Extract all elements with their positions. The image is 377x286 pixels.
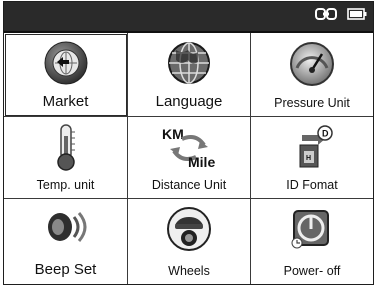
menu-label: Wheels — [168, 264, 210, 278]
menu-label: Language — [155, 93, 223, 110]
id-format-icon: H D — [286, 123, 338, 171]
menu-item-beep-set[interactable]: Beep Set — [4, 199, 128, 284]
menu-item-power-off[interactable]: Power- off — [251, 199, 373, 284]
globe-arrow-icon — [40, 39, 92, 87]
thermometer-icon — [40, 123, 92, 171]
km-mile-convert-icon: KM Mile — [154, 123, 224, 171]
menu-label: Temp. unit — [36, 178, 95, 192]
id-h-text: H — [306, 155, 311, 162]
menu-item-id-format[interactable]: H D ID Fomat — [251, 117, 373, 199]
menu-item-language[interactable]: Language — [128, 33, 251, 117]
status-icons — [315, 7, 367, 26]
speaker-icon — [40, 205, 92, 253]
device-screen: Market Language Pressure Unit Temp. unit… — [3, 1, 374, 285]
menu-label: Pressure Unit — [274, 96, 350, 110]
menu-label: Power- off — [283, 264, 341, 278]
gauge-icon — [286, 39, 338, 87]
id-d-text: D — [322, 129, 329, 139]
power-icon — [286, 205, 338, 253]
status-bar — [4, 2, 373, 33]
globe-icon — [163, 39, 215, 87]
menu-item-wheels[interactable]: Wheels — [128, 199, 251, 284]
km-text: KM — [162, 126, 184, 142]
battery-icon — [347, 7, 367, 25]
menu-item-pressure-unit[interactable]: Pressure Unit — [251, 33, 373, 117]
car-wheel-icon — [163, 205, 215, 253]
menu-item-temp-unit[interactable]: Temp. unit — [4, 117, 128, 199]
menu-label: Beep Set — [34, 261, 97, 278]
menu-label: Distance Unit — [151, 178, 227, 192]
menu-grid: Market Language Pressure Unit Temp. unit… — [4, 33, 373, 284]
menu-label: Market — [42, 93, 89, 110]
mile-text: Mile — [188, 154, 215, 170]
menu-item-distance-unit[interactable]: KM Mile Distance Unit — [128, 117, 251, 199]
link-icon — [315, 7, 337, 26]
menu-label: ID Fomat — [286, 178, 338, 192]
menu-item-market[interactable]: Market — [4, 33, 128, 117]
